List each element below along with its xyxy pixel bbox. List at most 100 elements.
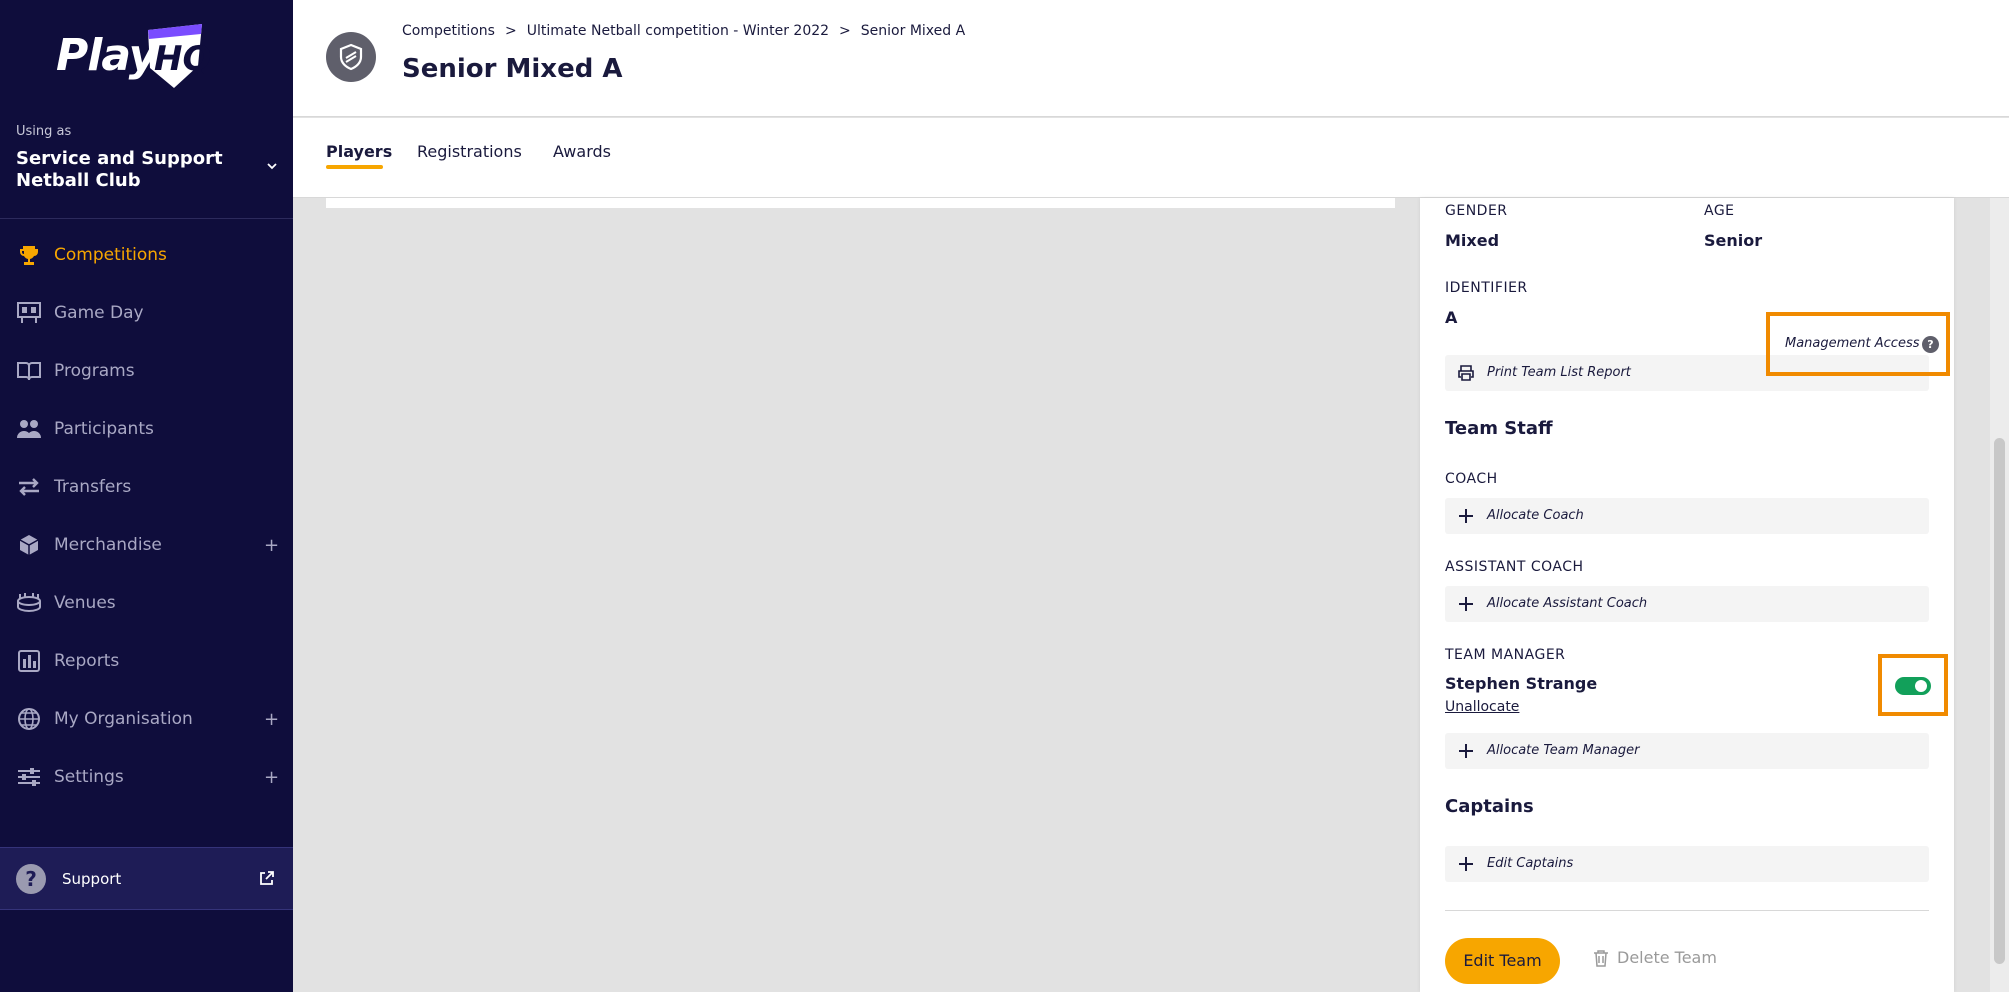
chevron-down-icon[interactable]: [266, 160, 278, 172]
help-circle-icon: ?: [16, 864, 46, 894]
allocate-team-manager-label: Allocate Team Manager: [1487, 743, 1640, 758]
expand-plus-icon[interactable]: +: [264, 767, 279, 788]
sidebar-item-settings[interactable]: Settings +: [0, 748, 293, 806]
globe-icon: [16, 706, 42, 732]
sidebar-item-reports[interactable]: Reports: [0, 632, 293, 690]
sidebar-item-label: Venues: [54, 593, 116, 613]
expand-plus-icon[interactable]: +: [264, 709, 279, 730]
print-team-list-label: Print Team List Report: [1487, 365, 1631, 380]
allocate-team-manager-button[interactable]: Allocate Team Manager: [1445, 733, 1929, 769]
age-label: AGE: [1704, 203, 1735, 219]
breadcrumb: Competitions > Ultimate Netball competit…: [402, 23, 965, 39]
tab-awards[interactable]: Awards: [553, 142, 611, 161]
sidebar-item-venues[interactable]: Venues: [0, 574, 293, 632]
sidebar: Play HQ Using as Service and Support Net…: [0, 0, 293, 992]
stadium-icon: [16, 590, 42, 616]
delete-team-button[interactable]: Delete Team: [1593, 948, 1717, 967]
transfer-arrows-icon: [16, 474, 42, 500]
printer-icon: [1458, 365, 1474, 381]
scrollbar[interactable]: [1990, 198, 2009, 992]
box-icon: [16, 532, 42, 558]
allocate-coach-label: Allocate Coach: [1487, 508, 1584, 523]
allocate-assistant-coach-label: Allocate Assistant Coach: [1487, 596, 1648, 611]
support-label: Support: [62, 870, 122, 888]
help-circle-icon[interactable]: ?: [1922, 336, 1939, 353]
edit-captains-label: Edit Captains: [1487, 856, 1574, 871]
assistant-coach-label: ASSISTANT COACH: [1445, 559, 1584, 575]
tab-players[interactable]: Players: [326, 142, 392, 161]
page-title: Senior Mixed A: [402, 54, 623, 84]
book-icon: [16, 358, 42, 384]
management-access-toggle-highlight: [1878, 654, 1948, 716]
scrollbar-thumb[interactable]: [1994, 438, 2005, 964]
external-link-icon: [260, 871, 274, 885]
sidebar-item-my-organisation[interactable]: My Organisation +: [0, 690, 293, 748]
plus-icon: [1459, 597, 1473, 611]
management-access-highlight[interactable]: Management Access ?: [1766, 312, 1950, 376]
playhq-logo[interactable]: Play HQ: [56, 20, 216, 90]
delete-team-label: Delete Team: [1617, 948, 1717, 967]
gender-value: Mixed: [1445, 231, 1500, 250]
scoreboard-icon: [16, 300, 42, 326]
using-as-label: Using as: [16, 124, 72, 139]
page-header: Competitions > Ultimate Netball competit…: [293, 0, 2009, 117]
gender-label: GENDER: [1445, 203, 1508, 219]
breadcrumb-item-competition[interactable]: Ultimate Netball competition - Winter 20…: [527, 23, 829, 39]
sidebar-item-label: Participants: [54, 419, 154, 439]
trash-icon: [1594, 949, 1608, 967]
sidebar-item-participants[interactable]: Participants: [0, 400, 293, 458]
sidebar-item-label: Transfers: [54, 477, 132, 497]
sidebar-item-label: Programs: [54, 361, 135, 381]
sidebar-item-label: My Organisation: [54, 709, 193, 729]
sidebar-item-label: Game Day: [54, 303, 144, 323]
age-value: Senior: [1704, 231, 1763, 250]
sidebar-item-label: Reports: [54, 651, 120, 671]
support-link[interactable]: ? Support: [0, 847, 293, 910]
breadcrumb-separator: >: [504, 23, 517, 39]
management-access-toggle[interactable]: [1895, 677, 1931, 695]
plus-icon: [1459, 509, 1473, 523]
edit-captains-button[interactable]: Edit Captains: [1445, 846, 1929, 882]
sidebar-item-game-day[interactable]: Game Day: [0, 284, 293, 342]
sidebar-item-merchandise[interactable]: Merchandise +: [0, 516, 293, 574]
org-switcher[interactable]: Service and Support Netball Club: [16, 148, 266, 192]
sidebar-divider: [0, 218, 293, 219]
logo-shield-icon: HQ: [148, 24, 210, 88]
sliders-icon: [16, 764, 42, 790]
sidebar-item-label: Merchandise: [54, 535, 162, 555]
team-manager-label: TEAM MANAGER: [1445, 647, 1566, 663]
sidebar-item-transfers[interactable]: Transfers: [0, 458, 293, 516]
bar-chart-icon: [16, 648, 42, 674]
allocate-assistant-coach-button[interactable]: Allocate Assistant Coach: [1445, 586, 1929, 622]
logo-badge-text: HQ: [154, 39, 210, 79]
management-access-label: Management Access: [1785, 336, 1920, 351]
team-details-panel: GENDER Mixed AGE Senior IDENTIFIER A Pri…: [1420, 198, 1954, 992]
trophy-icon: [16, 242, 42, 268]
captains-title: Captains: [1445, 796, 1534, 817]
plus-icon: [1459, 744, 1473, 758]
sidebar-item-label: Competitions: [54, 245, 167, 265]
identifier-label: IDENTIFIER: [1445, 280, 1528, 296]
identifier-value: A: [1445, 308, 1458, 327]
sidebar-item-competitions[interactable]: Competitions: [0, 226, 293, 284]
breadcrumb-separator: >: [839, 23, 851, 39]
expand-plus-icon[interactable]: +: [264, 535, 279, 556]
allocate-coach-button[interactable]: Allocate Coach: [1445, 498, 1929, 534]
breadcrumb-item-current: Senior Mixed A: [860, 23, 966, 39]
breadcrumb-item-competitions[interactable]: Competitions: [402, 23, 495, 39]
sidebar-item-programs[interactable]: Programs: [0, 342, 293, 400]
panel-divider: [1445, 910, 1929, 911]
tab-registrations[interactable]: Registrations: [417, 142, 522, 161]
sidebar-item-label: Settings: [54, 767, 124, 787]
people-icon: [16, 416, 42, 442]
unallocate-link[interactable]: Unallocate: [1445, 699, 1519, 715]
edit-team-button[interactable]: Edit Team: [1445, 938, 1560, 984]
team-manager-name: Stephen Strange: [1445, 674, 1598, 693]
toggle-knob: [1915, 680, 1927, 692]
players-card: [326, 198, 1395, 208]
plus-icon: [1459, 857, 1473, 871]
team-shield-icon: [326, 32, 376, 82]
coach-label: COACH: [1445, 471, 1498, 487]
active-tab-indicator: [326, 165, 383, 169]
tab-bar: Players Registrations Awards: [293, 118, 2009, 198]
